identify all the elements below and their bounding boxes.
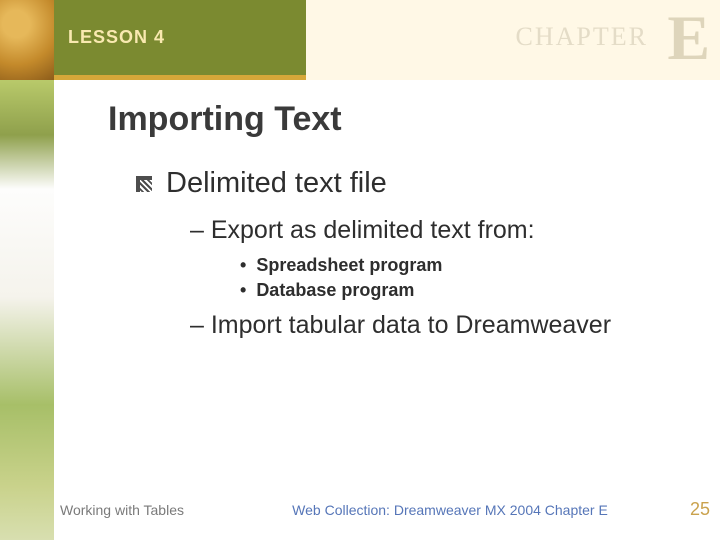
bullet-level3-text: Database program <box>256 280 414 300</box>
chapter-label: CHAPTER <box>516 22 648 52</box>
lesson-banner: LESSON 4 <box>54 0 306 80</box>
slide-title: Importing Text <box>108 100 698 139</box>
slide-footer: Working with Tables Web Collection: Drea… <box>60 499 710 520</box>
lesson-label: LESSON 4 <box>68 27 165 48</box>
page-number: 25 <box>650 499 710 520</box>
dot-bullet-icon: • <box>240 280 246 300</box>
chapter-letter: E <box>667 6 710 70</box>
bullet-level3: • Spreadsheet program <box>240 255 698 276</box>
bullet-level1: Delimited text file <box>136 167 698 200</box>
bullet-level3-text: Spreadsheet program <box>256 255 442 275</box>
bullet-level2: – Export as delimited text from: <box>190 216 698 245</box>
footer-center: Web Collection: Dreamweaver MX 2004 Chap… <box>250 502 650 518</box>
bullet-level1-text: Delimited text file <box>166 167 387 200</box>
footer-left: Working with Tables <box>60 502 250 518</box>
bullet-level3: • Database program <box>240 280 698 301</box>
dot-bullet-icon: • <box>240 255 246 275</box>
slide-content: Importing Text Delimited text file – Exp… <box>108 100 698 350</box>
decorative-left-strip <box>0 0 54 540</box>
bullet-level2: – Import tabular data to Dreamweaver <box>190 311 698 340</box>
square-bullet-icon <box>136 176 152 192</box>
